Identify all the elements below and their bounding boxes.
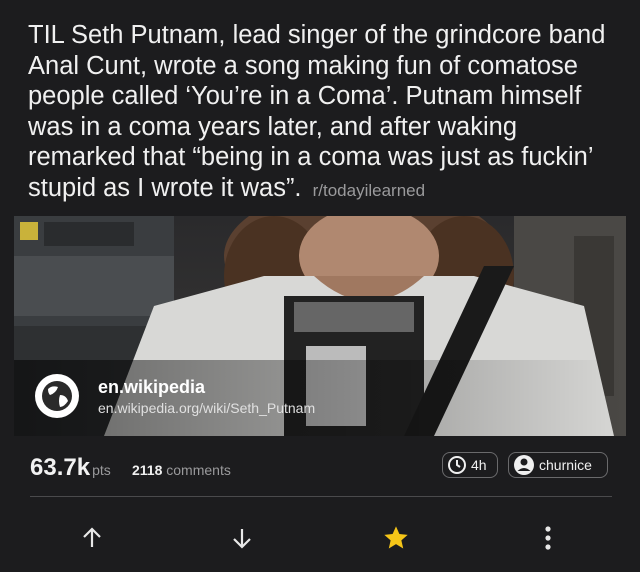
arrow-up-icon (83, 527, 101, 547)
post-age-chip: 4h (442, 452, 498, 478)
author-name: churnice (539, 457, 592, 473)
comments-link[interactable]: 2118 comments (132, 462, 231, 478)
post-age: 4h (471, 457, 487, 473)
score-unit: pts (92, 462, 111, 478)
score-value: 63.7k (30, 454, 91, 481)
link-domain[interactable]: en.wikipedia (98, 377, 205, 398)
post-card: TIL Seth Putnam, lead singer of the grin… (0, 0, 640, 572)
user-icon (514, 455, 534, 475)
star-icon (384, 526, 408, 549)
clock-icon (448, 456, 466, 474)
divider (30, 496, 612, 497)
more-vertical-icon (545, 526, 551, 550)
downvote-button[interactable] (226, 522, 258, 554)
post-title-text: TIL Seth Putnam, lead singer of the grin… (28, 21, 606, 202)
link-url[interactable]: en.wikipedia.org/wiki/Seth_Putnam (98, 400, 315, 416)
upvote-button[interactable] (76, 522, 108, 554)
subreddit-label[interactable]: r/todayilearned (313, 181, 425, 200)
more-button[interactable] (532, 522, 564, 554)
post-title[interactable]: TIL Seth Putnam, lead singer of the grin… (28, 20, 618, 206)
score: 63.7k pts (30, 454, 111, 482)
save-button[interactable] (380, 522, 412, 554)
author-chip[interactable]: churnice (508, 452, 608, 478)
globe-icon (34, 373, 80, 419)
comment-count: 2118 (132, 462, 163, 478)
comment-label: comments (166, 462, 231, 478)
link-overlay (14, 360, 626, 436)
arrow-down-icon (233, 529, 251, 549)
